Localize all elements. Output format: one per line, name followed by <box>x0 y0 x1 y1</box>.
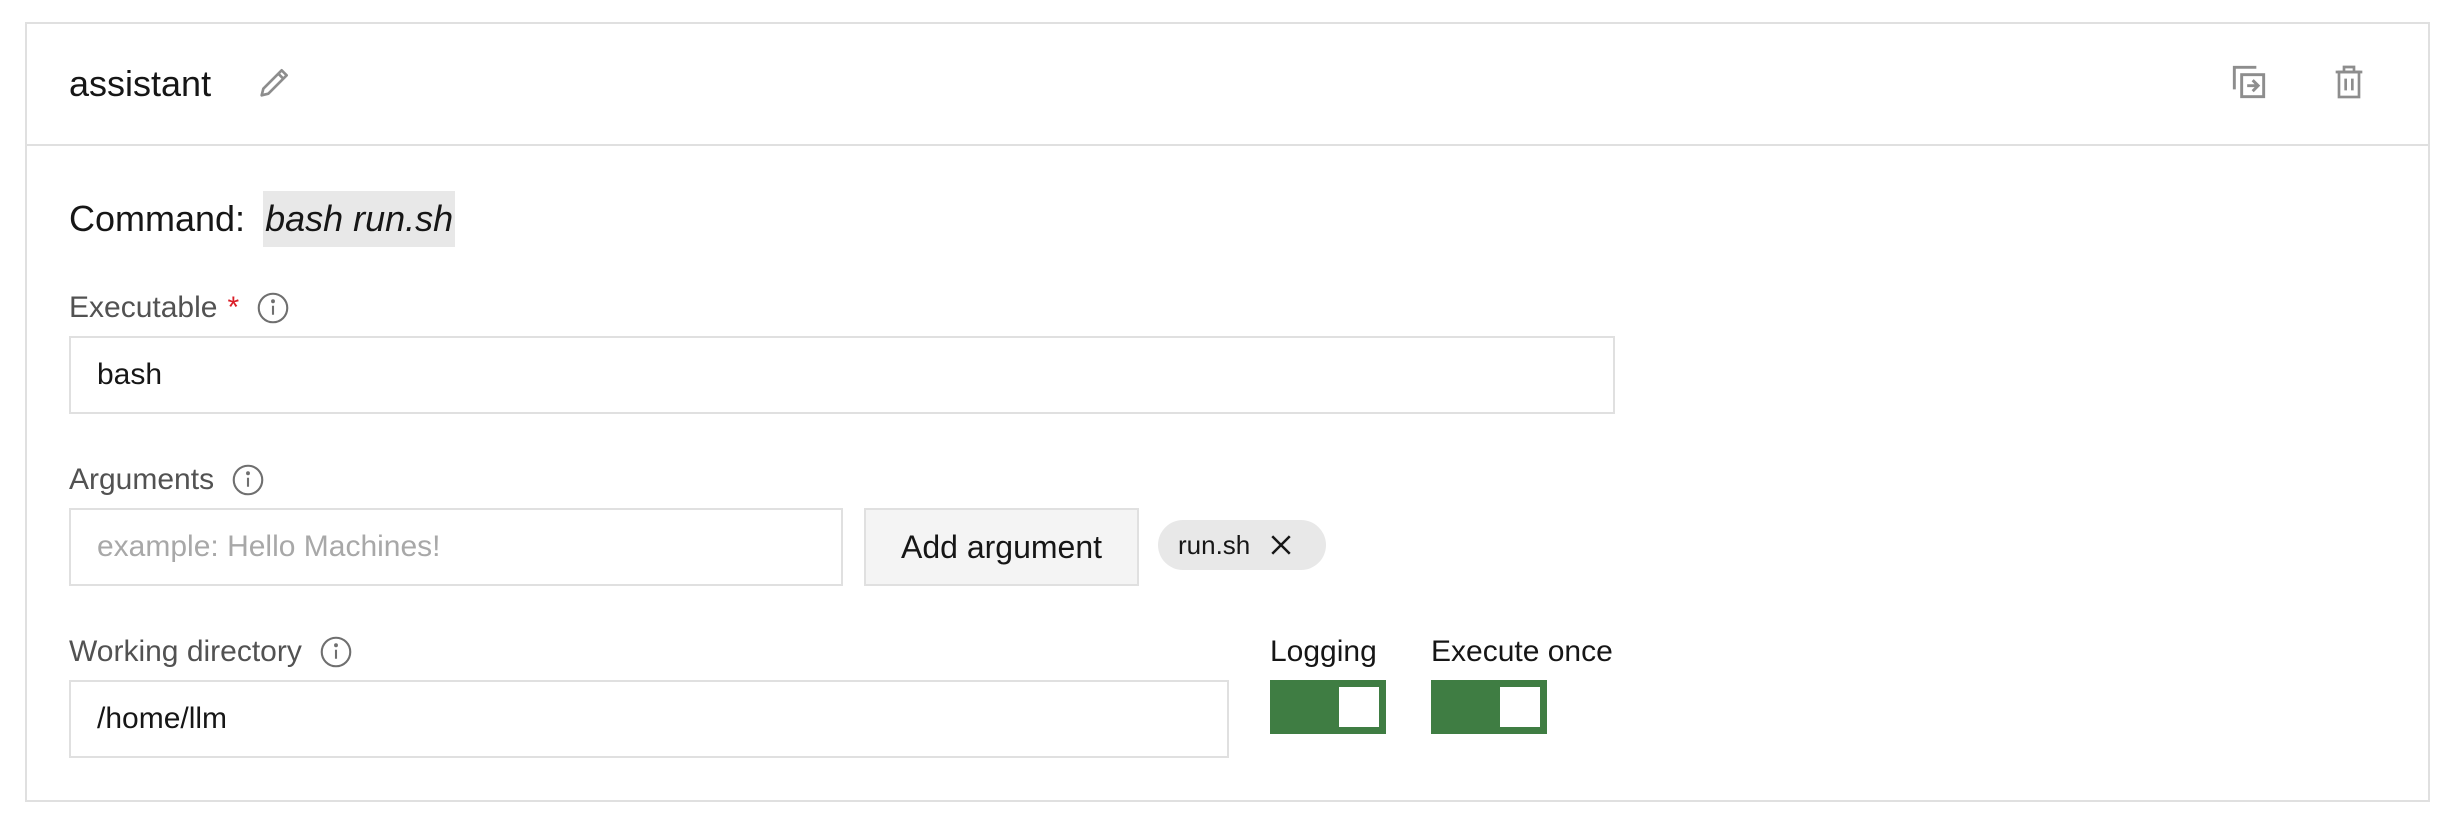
command-preview: Command: bash run.sh <box>69 189 456 249</box>
arguments-input[interactable] <box>69 508 843 586</box>
arguments-label: Arguments <box>69 463 215 496</box>
executable-label-row: Executable * <box>69 290 291 326</box>
execute-once-toggle[interactable] <box>1431 680 1547 734</box>
toggle-knob <box>1500 687 1540 727</box>
working-directory-label-row: Working directory <box>69 634 354 670</box>
command-label: Command: <box>69 198 246 239</box>
close-icon[interactable] <box>1266 530 1296 560</box>
toggle-knob <box>1339 687 1379 727</box>
panel-header: assistant <box>27 24 2428 146</box>
argument-tag-label: run.sh <box>1178 529 1251 560</box>
logging-label: Logging <box>1270 635 1377 668</box>
arguments-label-row: Arguments <box>69 462 266 498</box>
info-icon[interactable] <box>255 290 291 326</box>
executable-input[interactable] <box>69 336 1615 414</box>
execute-once-label: Execute once <box>1431 635 1613 668</box>
info-icon[interactable] <box>230 462 266 498</box>
trash-icon[interactable] <box>2329 62 2369 102</box>
pencil-icon[interactable] <box>255 62 295 102</box>
required-mark: * <box>227 291 240 324</box>
command-value: bash run.sh <box>263 191 456 247</box>
copy-icon[interactable] <box>2227 60 2271 104</box>
panel-title: assistant <box>69 63 212 104</box>
argument-tag: run.sh <box>1158 520 1326 570</box>
add-argument-button[interactable]: Add argument <box>864 508 1139 586</box>
executable-label: Executable <box>69 291 218 324</box>
logging-toggle[interactable] <box>1270 680 1386 734</box>
working-directory-label: Working directory <box>69 635 302 668</box>
process-panel: assistant Command: bash run.sh Executabl… <box>25 22 2430 802</box>
working-directory-input[interactable] <box>69 680 1229 758</box>
info-icon[interactable] <box>318 634 354 670</box>
